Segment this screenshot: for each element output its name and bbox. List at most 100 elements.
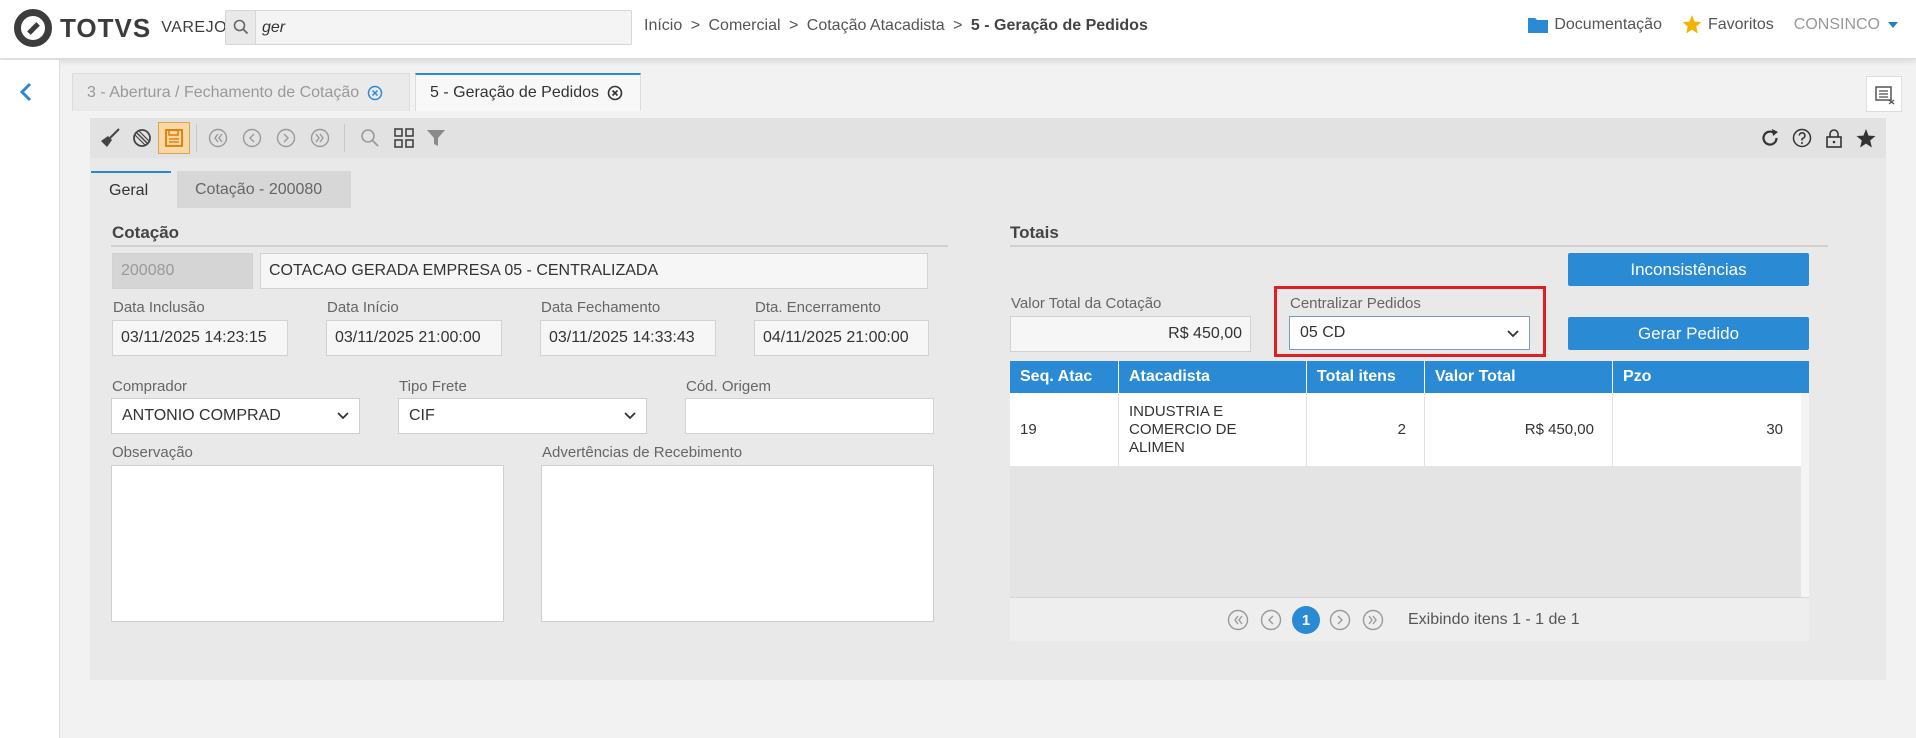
- favorites-label: Favoritos: [1707, 15, 1774, 33]
- breadcrumb-separator: >: [788, 17, 799, 34]
- cell-valor-total: R$ 450,00: [1425, 393, 1613, 466]
- breadcrumb-item-comercial[interactable]: Comercial: [709, 17, 781, 34]
- previous-page-icon[interactable]: [1259, 608, 1283, 632]
- chevron-down-icon: [337, 412, 349, 420]
- tab-geral-label: Geral: [109, 181, 149, 199]
- menu-search: [225, 10, 632, 45]
- filter-icon: [427, 130, 445, 146]
- prev-icon: [242, 128, 262, 148]
- breadcrumb-separator: >: [953, 17, 963, 34]
- cancel-button[interactable]: [126, 122, 158, 154]
- observacao-textarea[interactable]: [111, 465, 504, 622]
- window-tab-label: 3 - Abertura / Fechamento de Cotação: [87, 83, 360, 101]
- window-tab-geracao-pedidos[interactable]: 5 - Geração de Pedidos: [415, 73, 641, 111]
- cell-atacadista: INDUSTRIA E COMERCIO DE ALIMEN: [1119, 393, 1307, 466]
- next-page-icon[interactable]: [1328, 608, 1352, 632]
- tab-geral[interactable]: Geral: [91, 171, 171, 208]
- toolbar-search-button[interactable]: [354, 122, 386, 154]
- refresh-button[interactable]: [1754, 122, 1786, 154]
- tab-cotacao[interactable]: Cotação - 200080: [177, 171, 351, 208]
- clear-button[interactable]: [94, 122, 126, 154]
- inconsistencias-button[interactable]: Inconsistências: [1568, 253, 1809, 286]
- breadcrumb-item-cotacao-atacadista[interactable]: Cotação Atacadista: [807, 17, 945, 34]
- toolbar: [90, 118, 1886, 158]
- column-header-valor-total[interactable]: Valor Total: [1425, 361, 1613, 393]
- last-icon: [310, 128, 330, 148]
- favorites-link[interactable]: Favoritos: [1682, 15, 1774, 34]
- data-inicio-field: 03/11/2025 21:00:00: [326, 320, 502, 356]
- last-page-icon[interactable]: [1361, 608, 1385, 632]
- tab-cotacao-label: Cotação - 200080: [195, 180, 323, 198]
- first-icon: [208, 128, 228, 148]
- close-tab-icon[interactable]: [607, 85, 623, 101]
- search-input[interactable]: [262, 16, 622, 40]
- next-record-button[interactable]: [270, 122, 302, 154]
- star-icon: [1856, 128, 1876, 147]
- star-icon: [1682, 15, 1702, 34]
- cod-origem-label: Cód. Origem: [686, 378, 772, 395]
- data-fechamento-label: Data Fechamento: [541, 299, 661, 316]
- breadcrumb-item-inicio[interactable]: Início: [644, 17, 682, 34]
- window-tab-label: 5 - Geração de Pedidos: [430, 84, 599, 101]
- table-row[interactable]: 19 INDUSTRIA E COMERCIO DE ALIMEN 2 R$ 4…: [1010, 393, 1809, 466]
- top-header: TOTVS VAREJO Início > Comercial > Cotaçã…: [0, 0, 1916, 59]
- cell-total-itens: 2: [1307, 393, 1425, 466]
- valor-total-label: Valor Total da Cotação: [1011, 295, 1162, 312]
- centralizar-pedidos-value: 05 CD: [1300, 324, 1346, 341]
- section-divider: [1010, 245, 1828, 247]
- advertencias-label: Advertências de Recebimento: [542, 444, 743, 461]
- window-list-button[interactable]: [1866, 76, 1902, 112]
- top-links: Documentação Favoritos CONSINCO: [1508, 15, 1898, 34]
- filter-button[interactable]: [420, 122, 452, 154]
- window-tab-abertura[interactable]: 3 - Abertura / Fechamento de Cotação: [72, 73, 410, 111]
- first-page-icon[interactable]: [1226, 608, 1250, 632]
- centralizar-pedidos-select[interactable]: 05 CD: [1289, 316, 1530, 350]
- grid-header: Seq. Atac Atacadista Total itens Valor T…: [1010, 361, 1809, 393]
- data-inclusao-label: Data Inclusão: [113, 299, 205, 316]
- window-list-icon: [1875, 86, 1895, 105]
- column-header-seq-atac[interactable]: Seq. Atac: [1010, 361, 1119, 393]
- column-header-atacadista[interactable]: Atacadista: [1119, 361, 1307, 393]
- chevron-left-icon[interactable]: [18, 82, 34, 102]
- grid-icon: [394, 128, 414, 148]
- search-icon[interactable]: [226, 11, 256, 44]
- cod-origem-input[interactable]: [685, 398, 934, 434]
- tipo-frete-value: CIF: [409, 407, 435, 424]
- advertencias-textarea[interactable]: [541, 465, 934, 622]
- help-button[interactable]: [1786, 122, 1818, 154]
- user-menu[interactable]: CONSINCO: [1794, 16, 1898, 34]
- cell-seq-atac: 19: [1010, 393, 1119, 466]
- brand-subtitle: VAREJO: [161, 19, 228, 36]
- close-tab-icon[interactable]: [367, 85, 383, 101]
- column-header-total-itens[interactable]: Total itens: [1307, 361, 1425, 393]
- save-button[interactable]: [158, 122, 190, 154]
- column-header-pzo[interactable]: Pzo: [1613, 361, 1809, 393]
- user-name: CONSINCO: [1793, 15, 1880, 33]
- gerar-pedido-button[interactable]: Gerar Pedido: [1568, 317, 1809, 350]
- tipo-frete-select[interactable]: CIF: [398, 398, 647, 434]
- grid-scrollbar[interactable]: [1801, 393, 1809, 597]
- next-icon: [276, 128, 296, 148]
- comprador-select[interactable]: ANTONIO COMPRAD: [111, 398, 360, 434]
- refresh-icon: [1762, 129, 1778, 146]
- toolbar-divider: [344, 124, 345, 152]
- dta-encerramento-field: 04/11/2025 21:00:00: [754, 320, 929, 356]
- first-record-button[interactable]: [202, 122, 234, 154]
- totvs-logo-icon: [14, 9, 52, 47]
- favorite-button[interactable]: [1850, 122, 1882, 154]
- current-page-button[interactable]: 1: [1292, 606, 1320, 634]
- last-record-button[interactable]: [304, 122, 336, 154]
- centralizar-pedidos-label: Centralizar Pedidos: [1290, 295, 1421, 312]
- pager-info: Exibindo itens 1 - 1 de 1: [1408, 611, 1580, 628]
- help-icon: [1792, 128, 1812, 148]
- data-inicio-label: Data Início: [327, 299, 399, 316]
- cancel-icon: [133, 129, 151, 147]
- dta-encerramento-label: Dta. Encerramento: [755, 299, 881, 316]
- comprador-label: Comprador: [112, 378, 188, 395]
- totvs-logo[interactable]: TOTVS VAREJO: [14, 8, 227, 48]
- grid-view-button[interactable]: [388, 122, 420, 154]
- documentation-link[interactable]: Documentação: [1528, 16, 1662, 34]
- previous-record-button[interactable]: [236, 122, 268, 154]
- lock-button[interactable]: [1818, 122, 1850, 154]
- atacadistas-grid: Seq. Atac Atacadista Total itens Valor T…: [1010, 361, 1809, 597]
